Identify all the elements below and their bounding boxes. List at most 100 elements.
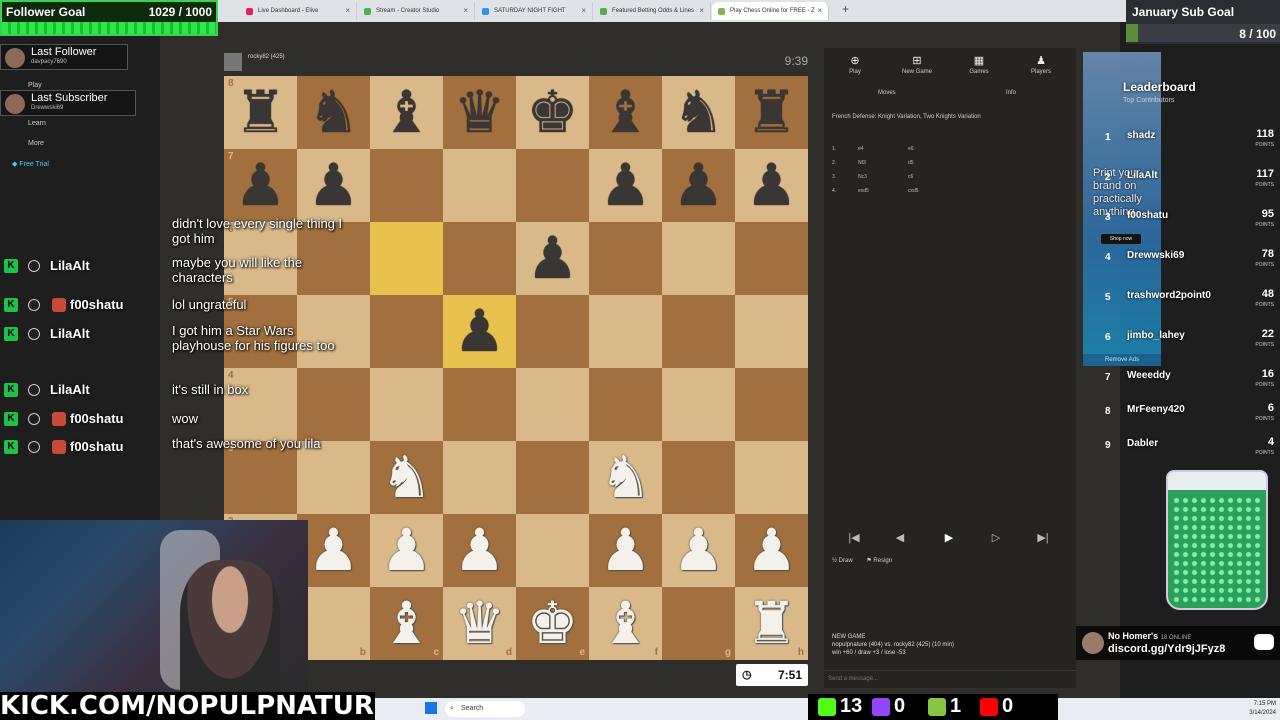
- white-bishop-piece[interactable]: ♝: [381, 594, 433, 653]
- move-san[interactable]: Nc3: [858, 174, 867, 180]
- square-e5[interactable]: [516, 295, 589, 368]
- chat-username[interactable]: f00shatu: [70, 439, 123, 454]
- browser-tab[interactable]: Featured Betting Odds & Lines ×: [594, 2, 711, 20]
- square-f8[interactable]: ♝: [589, 76, 662, 149]
- square-f3[interactable]: ♞: [589, 441, 662, 514]
- square-g5[interactable]: [662, 295, 735, 368]
- tab-info[interactable]: Info: [1006, 90, 1016, 96]
- chat-username[interactable]: LilaAlt: [50, 258, 90, 273]
- move-san[interactable]: c6: [908, 174, 913, 180]
- move-san[interactable]: exd5: [858, 188, 869, 194]
- draw-button[interactable]: ½ Draw: [832, 558, 853, 564]
- square-e4[interactable]: [516, 368, 589, 441]
- square-g2[interactable]: ♟: [662, 514, 735, 587]
- square-e2[interactable]: [516, 514, 589, 587]
- browser-tab[interactable]: SATURDAY NIGHT FIGHT ×: [476, 2, 593, 20]
- square-g1[interactable]: g: [662, 587, 735, 660]
- move-san[interactable]: cxd5: [908, 188, 919, 194]
- black-pawn-piece[interactable]: ♟: [746, 156, 798, 215]
- chat-username[interactable]: LilaAlt: [50, 326, 90, 341]
- square-f6[interactable]: [589, 222, 662, 295]
- square-g8[interactable]: ♞: [662, 76, 735, 149]
- square-f5[interactable]: [589, 295, 662, 368]
- white-pawn-piece[interactable]: ♟: [600, 521, 652, 580]
- square-e3[interactable]: [516, 441, 589, 514]
- square-c5[interactable]: [370, 295, 443, 368]
- last-move-button[interactable]: ▶|: [1019, 528, 1067, 548]
- white-pawn-piece[interactable]: ♟: [308, 521, 360, 580]
- square-f1[interactable]: f ♝: [589, 587, 662, 660]
- prev-move-button[interactable]: ◀: [876, 528, 924, 548]
- square-c1[interactable]: c ♝: [370, 587, 443, 660]
- tab-play[interactable]: ⊕ Play: [824, 54, 886, 75]
- square-f2[interactable]: ♟: [589, 514, 662, 587]
- white-king-piece[interactable]: ♚: [527, 594, 579, 653]
- close-icon[interactable]: ×: [817, 2, 822, 20]
- square-g3[interactable]: [662, 441, 735, 514]
- square-h4[interactable]: [735, 368, 808, 441]
- message-input[interactable]: Send a message...: [824, 670, 1076, 686]
- white-knight-piece[interactable]: ♞: [381, 448, 433, 507]
- square-h7[interactable]: ♟: [735, 149, 808, 222]
- square-d3[interactable]: [443, 441, 516, 514]
- square-h6[interactable]: [735, 222, 808, 295]
- square-e6[interactable]: ♟: [516, 222, 589, 295]
- move-san[interactable]: e4: [858, 146, 864, 152]
- windows-start-icon[interactable]: [425, 702, 437, 714]
- tab-games[interactable]: ▦ Games: [948, 54, 1010, 75]
- square-d7[interactable]: [443, 149, 516, 222]
- black-bishop-piece[interactable]: ♝: [600, 83, 652, 142]
- black-queen-piece[interactable]: ♛: [454, 83, 506, 142]
- tab-new-game[interactable]: ⊞ New Game: [886, 54, 948, 75]
- square-e1[interactable]: e ♚: [516, 587, 589, 660]
- white-knight-piece[interactable]: ♞: [600, 448, 652, 507]
- move-san[interactable]: Nf3: [858, 160, 866, 166]
- square-h1[interactable]: h ♜: [735, 587, 808, 660]
- first-move-button[interactable]: |◀: [830, 528, 878, 548]
- square-c3[interactable]: ♞: [370, 441, 443, 514]
- square-d1[interactable]: d ♛: [443, 587, 516, 660]
- square-h8[interactable]: ♜: [735, 76, 808, 149]
- black-pawn-piece[interactable]: ♟: [454, 302, 506, 361]
- tab-moves[interactable]: Moves: [878, 90, 896, 96]
- white-pawn-piece[interactable]: ♟: [454, 521, 506, 580]
- white-pawn-piece[interactable]: ♟: [673, 521, 725, 580]
- black-king-piece[interactable]: ♚: [527, 83, 579, 142]
- chat-username[interactable]: f00shatu: [70, 297, 123, 312]
- close-icon[interactable]: ×: [463, 2, 468, 20]
- square-g6[interactable]: [662, 222, 735, 295]
- chat-username[interactable]: f00shatu: [70, 411, 123, 426]
- black-pawn-piece[interactable]: ♟: [600, 156, 652, 215]
- square-c6[interactable]: [370, 222, 443, 295]
- white-queen-piece[interactable]: ♛: [454, 594, 506, 653]
- white-pawn-piece[interactable]: ♟: [746, 521, 798, 580]
- square-e7[interactable]: [516, 149, 589, 222]
- play-moves-button[interactable]: ▶: [925, 528, 973, 548]
- white-bishop-piece[interactable]: ♝: [600, 594, 652, 653]
- square-d6[interactable]: [443, 222, 516, 295]
- square-c4[interactable]: [370, 368, 443, 441]
- square-f4[interactable]: [589, 368, 662, 441]
- white-rook-piece[interactable]: ♜: [746, 594, 798, 653]
- square-d8[interactable]: ♛: [443, 76, 516, 149]
- close-icon[interactable]: ×: [581, 2, 586, 20]
- move-san[interactable]: e6: [908, 146, 914, 152]
- black-knight-piece[interactable]: ♞: [673, 83, 725, 142]
- square-d2[interactable]: ♟: [443, 514, 516, 587]
- square-d4[interactable]: [443, 368, 516, 441]
- black-bishop-piece[interactable]: ♝: [381, 83, 433, 142]
- square-h2[interactable]: ♟: [735, 514, 808, 587]
- square-g4[interactable]: [662, 368, 735, 441]
- chat-username[interactable]: LilaAlt: [50, 382, 90, 397]
- next-move-button[interactable]: ▷: [972, 528, 1020, 548]
- white-pawn-piece[interactable]: ♟: [381, 521, 433, 580]
- square-c2[interactable]: ♟: [370, 514, 443, 587]
- square-g7[interactable]: ♟: [662, 149, 735, 222]
- square-h5[interactable]: [735, 295, 808, 368]
- square-c7[interactable]: [370, 149, 443, 222]
- browser-tab[interactable]: Play Chess Online for FREE - Z ×: [712, 2, 829, 20]
- square-f7[interactable]: ♟: [589, 149, 662, 222]
- tab-players[interactable]: ♟ Players: [1010, 54, 1072, 75]
- taskbar-search[interactable]: ⌕ Search: [445, 701, 525, 717]
- black-pawn-piece[interactable]: ♟: [527, 229, 579, 288]
